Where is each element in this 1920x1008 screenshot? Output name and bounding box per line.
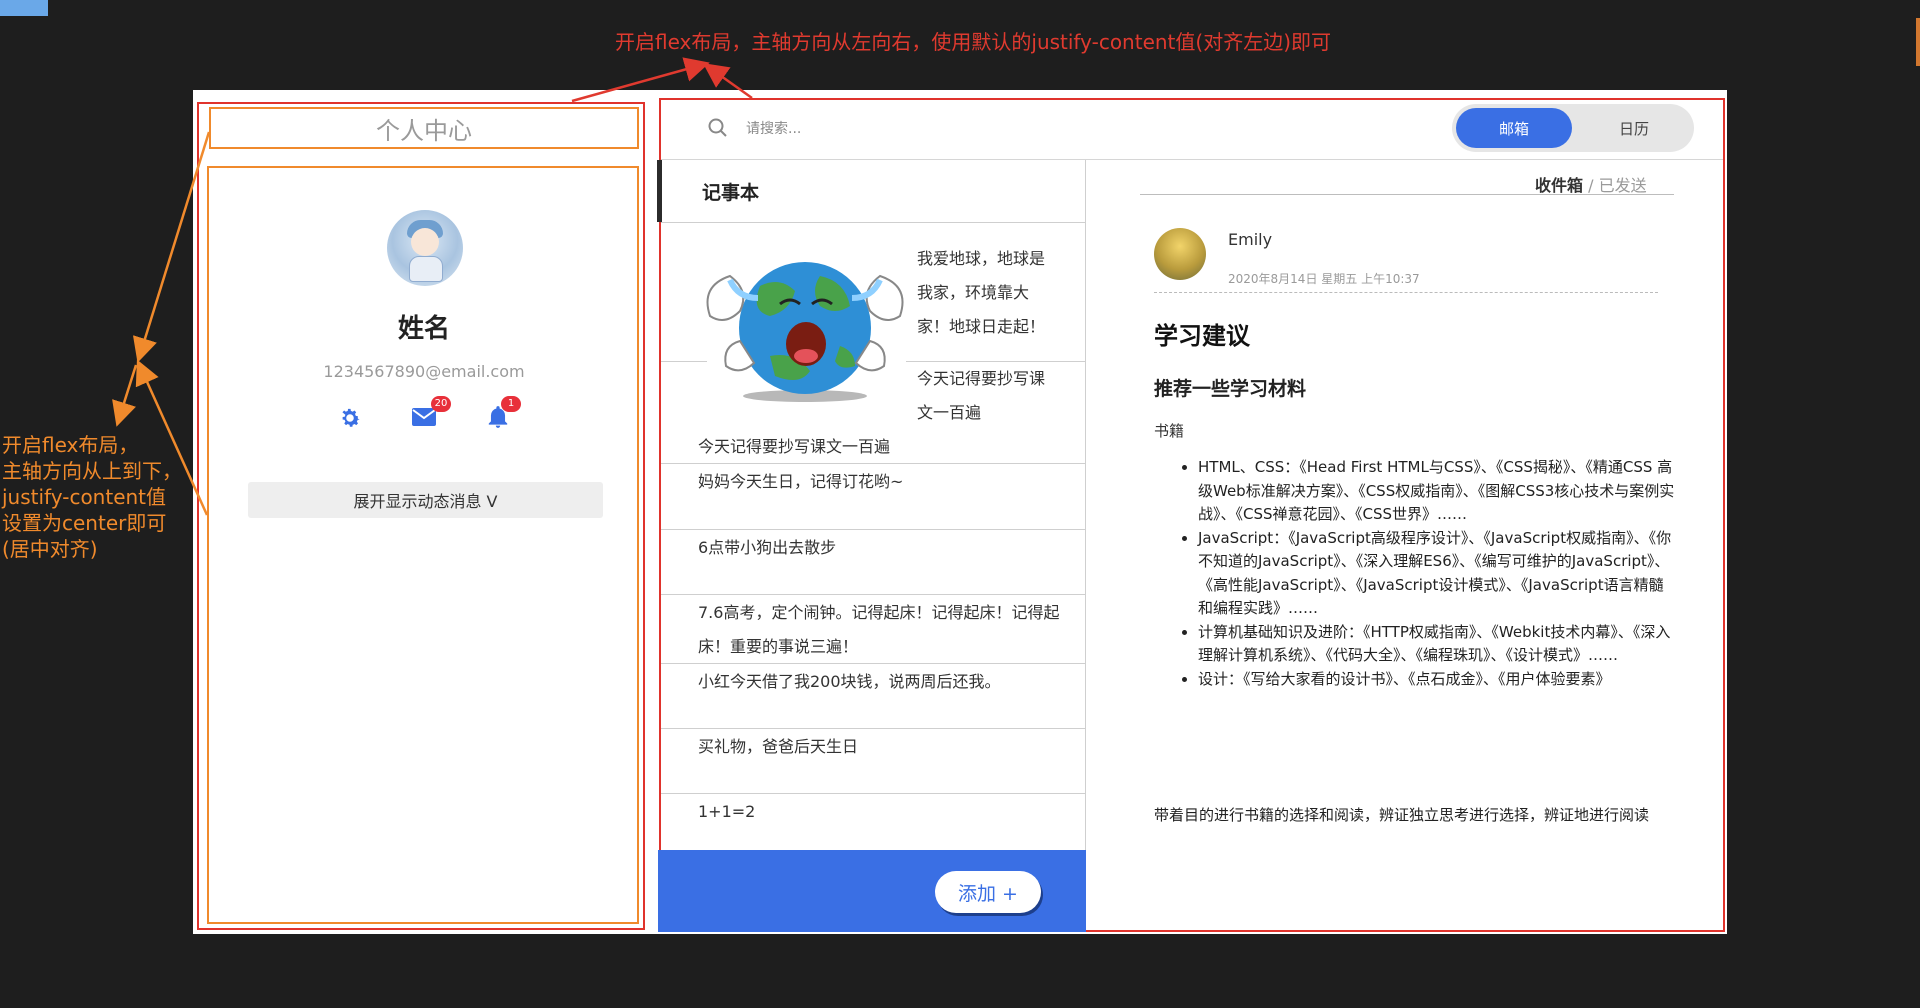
user-name: 姓名 <box>397 314 450 344</box>
list-item[interactable]: 今天记得要抄写课文一百遍 <box>698 430 1078 464</box>
breadcrumb-inbox[interactable]: 收件箱 <box>1535 176 1583 195</box>
breadcrumb-separator: / <box>1588 176 1594 195</box>
notes-divider <box>661 728 1085 729</box>
notes-divider <box>661 793 1085 794</box>
gear-icon <box>342 408 360 427</box>
bell-badge: 1 <box>501 396 521 412</box>
list-item[interactable]: 1+1=2 <box>698 795 1078 829</box>
messages-button[interactable]: 20 <box>407 396 451 434</box>
mail-title: 学习建议 <box>1154 322 1250 350</box>
top-annotation: 开启flex布局，主轴方向从左向右，使用默认的justify-content值(… <box>615 30 1332 54</box>
list-item[interactable]: 7.6高考，定个闹钟。记得起床！记得起床！记得起床！重要的事说三遍！ <box>698 596 1078 664</box>
sender-avatar <box>1154 228 1206 280</box>
list-item: 计算机基础知识及进阶：《HTTP权威指南》、《Webkit技术内幕》、《深入理解… <box>1198 621 1678 668</box>
breadcrumb-sent[interactable]: 已发送 <box>1599 176 1647 195</box>
mail-section-label: 书籍 <box>1154 422 1185 440</box>
header-divider <box>661 159 1723 160</box>
notes-title: 记事本 <box>702 182 760 204</box>
list-item: 设计：《写给大家看的设计书》、《点石成金》、《用户体验要素》 <box>1198 668 1678 692</box>
search-icon[interactable] <box>707 117 729 143</box>
mail-date: 2020年8月14日 星期五 上午10:37 <box>1228 272 1420 286</box>
add-note-button[interactable]: 添加 + <box>935 871 1041 913</box>
notes-divider <box>906 361 1085 362</box>
notes-divider <box>661 361 707 362</box>
notes-divider <box>661 463 1085 464</box>
view-toggle[interactable]: 邮箱 日历 <box>1452 104 1694 152</box>
sender-divider <box>1154 292 1658 293</box>
list-item[interactable]: 小红今天借了我200块钱，说两周后还我。 <box>698 665 1078 699</box>
crying-earth-image <box>706 262 904 402</box>
mail-badge: 20 <box>431 396 451 412</box>
arrow <box>112 364 138 427</box>
corner-swatch <box>0 0 48 16</box>
notes-divider <box>661 222 1085 223</box>
profile-title: 个人中心 <box>376 116 472 145</box>
notes-divider <box>661 594 1085 595</box>
expand-messages-button[interactable]: 展开显示动态消息 V <box>248 482 603 518</box>
notes-divider <box>661 663 1085 664</box>
tab-calendar[interactable]: 日历 <box>1578 108 1690 148</box>
list-item[interactable]: 买礼物，爸爸后天生日 <box>698 730 1078 764</box>
user-email: 1234567890@email.com <box>323 362 525 381</box>
mail-footer-text: 带着目的进行书籍的选择和阅读，辨证独立思考进行选择，辨证地进行阅读 <box>1154 806 1650 824</box>
list-item: JavaScript：《JavaScript高级程序设计》、《JavaScrip… <box>1198 527 1678 621</box>
avatar[interactable] <box>387 210 463 286</box>
note-earth-day[interactable]: 我爱地球，地球是我家，环境靠大家！地球日走起！ <box>917 242 1053 344</box>
notes-divider <box>661 529 1085 530</box>
notes-accent-bar <box>657 160 662 222</box>
list-item[interactable]: 6点带小狗出去散步 <box>698 531 1078 565</box>
breadcrumb: 收件箱 / 已发送 <box>1535 172 1647 196</box>
tab-mailbox[interactable]: 邮箱 <box>1456 108 1572 148</box>
list-item: HTML、CSS：《Head First HTML与CSS》、《CSS揭秘》、《… <box>1198 456 1678 527</box>
settings-button[interactable] <box>333 401 367 435</box>
sender-name: Emily <box>1228 230 1273 249</box>
note-copy-text-side[interactable]: 今天记得要抄写课文一百遍 <box>917 362 1053 430</box>
list-item[interactable]: 妈妈今天生日，记得订花哟~ <box>698 465 1078 499</box>
search-input[interactable]: 请搜索... <box>746 118 801 138</box>
editor-scroll-marker <box>1916 18 1920 66</box>
book-list: HTML、CSS：《Head First HTML与CSS》、《CSS揭秘》、《… <box>1178 456 1678 691</box>
notes-column-divider <box>1085 160 1086 930</box>
left-annotation: 开启flex布局， 主轴方向从上到下， justify-content值 设置为… <box>2 433 182 561</box>
notifications-button[interactable]: 1 <box>481 396 521 434</box>
mail-subtitle: 推荐一些学习材料 <box>1154 378 1307 400</box>
